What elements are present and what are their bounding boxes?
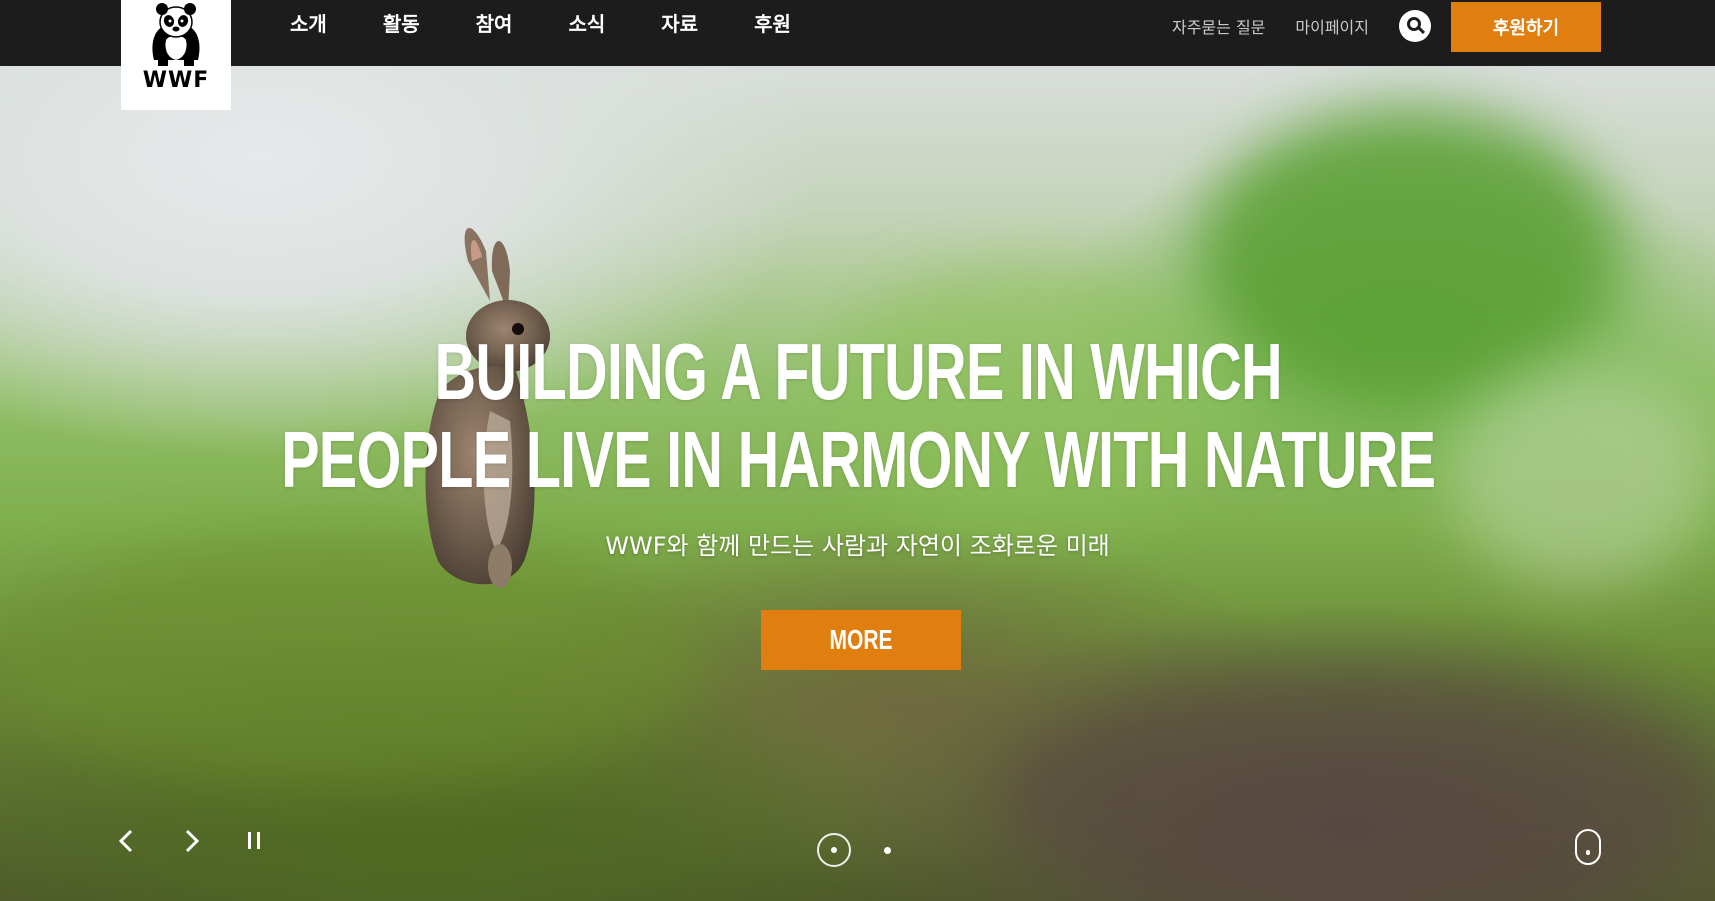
carousel-pause-button[interactable] [240, 826, 270, 856]
hero-banner: BUILDING A FUTURE IN WHICH PEOPLE LIVE I… [0, 66, 1715, 901]
carousel-dot-1-active[interactable] [817, 833, 851, 867]
nav-item-news[interactable]: 소식 [568, 0, 605, 50]
panda-icon [152, 3, 200, 66]
search-icon-handle [1417, 26, 1426, 35]
nav-item-about[interactable]: 소개 [290, 0, 327, 50]
pause-icon [248, 832, 260, 849]
chevron-right-icon [185, 829, 200, 853]
more-button-label: MORE [829, 624, 893, 655]
mypage-link[interactable]: 마이페이지 [1295, 14, 1369, 38]
more-button[interactable]: MORE [761, 610, 961, 670]
logo-text: WWF [142, 68, 210, 93]
carousel-prev-button[interactable] [112, 826, 142, 856]
hero-title-line-1: BUILDING A FUTURE IN WHICH [434, 327, 1283, 416]
top-navigation-bar: 소개 활동 참여 소식 자료 후원 자주묻는 질문 마이페이지 후원하기 [0, 0, 1715, 66]
search-button[interactable] [1399, 10, 1431, 42]
chevron-left-icon [118, 829, 133, 853]
hero-title: BUILDING A FUTURE IN WHICH PEOPLE LIVE I… [241, 328, 1476, 504]
wwf-logo[interactable]: WWF [121, 0, 231, 110]
hero-title-line-2: PEOPLE LIVE IN HARMONY WITH NATURE [281, 415, 1436, 504]
nav-item-resources[interactable]: 자료 [661, 0, 698, 50]
carousel-dot-2[interactable] [884, 847, 891, 854]
nav-item-support[interactable]: 후원 [754, 0, 791, 50]
hero-subtitle: WWF와 함께 만드는 사람과 자연이 조화로운 미래 [605, 532, 1110, 560]
faq-link[interactable]: 자주묻는 질문 [1172, 14, 1265, 38]
background-soil [1000, 666, 1715, 901]
carousel-next-button[interactable] [176, 826, 206, 856]
nav-item-activities[interactable]: 활동 [383, 0, 420, 50]
nav-item-participate[interactable]: 참여 [476, 0, 513, 50]
donate-button[interactable]: 후원하기 [1451, 2, 1601, 52]
utility-menu: 자주묻는 질문 마이페이지 후원하기 [1172, 0, 1715, 52]
scroll-down-mouse-icon[interactable] [1575, 829, 1601, 865]
main-nav: 소개 활동 참여 소식 자료 후원 [290, 0, 847, 50]
